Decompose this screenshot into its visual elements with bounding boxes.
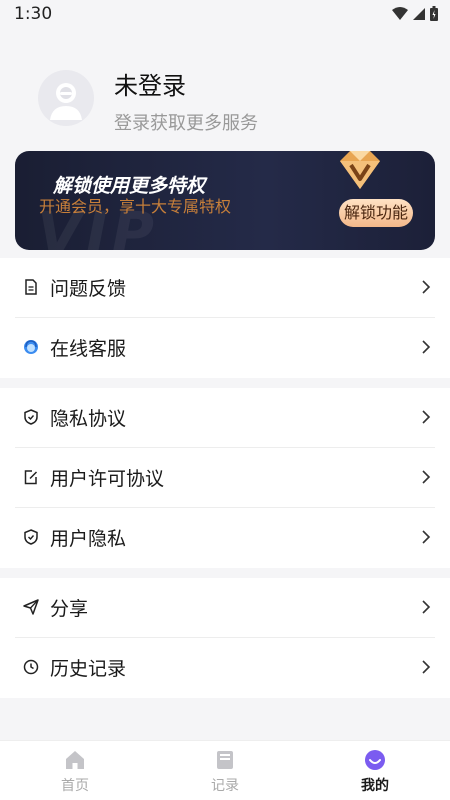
wifi-icon	[392, 6, 408, 20]
status-time: 1:30	[14, 4, 53, 24]
menu-label: 隐私协议	[50, 408, 127, 430]
chevron-right-icon	[422, 660, 431, 674]
menu-group-support: 问题反馈 在线客服	[0, 258, 450, 378]
menu-label: 历史记录	[50, 658, 127, 680]
menu-label: 在线客服	[50, 338, 127, 360]
tab-label: 我的	[361, 778, 389, 794]
shield-icon	[23, 409, 39, 425]
menu-item-user-license[interactable]: 用户许可协议	[0, 448, 450, 508]
bottom-tab-bar: 首页 记录 我的	[0, 740, 450, 800]
menu-label: 分享	[50, 598, 89, 620]
feedback-document-icon	[23, 279, 39, 295]
menu-item-feedback[interactable]: 问题反馈	[0, 258, 450, 318]
menu-label: 问题反馈	[50, 278, 127, 300]
home-icon	[66, 751, 84, 769]
tab-label: 首页	[61, 778, 89, 794]
shield-icon	[23, 529, 39, 545]
profile-header[interactable]: 未登录 登录获取更多服务	[0, 28, 450, 150]
vip-banner[interactable]: VIP 解锁使用更多特权 开通会员，享十大专属特权 解锁功能	[15, 151, 435, 250]
default-avatar-icon	[50, 83, 82, 120]
tab-home[interactable]: 首页	[0, 741, 150, 800]
vip-subtitle: 开通会员，享十大专属特权	[39, 197, 232, 216]
menu-item-customer-service[interactable]: 在线客服	[0, 318, 450, 378]
menu-group-other: 分享 历史记录	[0, 578, 450, 698]
book-icon	[217, 751, 233, 769]
avatar[interactable]	[38, 70, 94, 126]
edit-document-icon	[23, 469, 39, 485]
chevron-right-icon	[422, 410, 431, 424]
chevron-right-icon	[422, 280, 431, 294]
menu-item-history[interactable]: 历史记录	[0, 638, 450, 698]
battery-icon	[430, 6, 438, 21]
status-bar: 1:30	[0, 0, 450, 28]
menu-item-share[interactable]: 分享	[0, 578, 450, 638]
chevron-right-icon	[422, 600, 431, 614]
unlock-button[interactable]: 解锁功能	[339, 199, 413, 227]
chevron-right-icon	[422, 340, 431, 354]
menu-item-privacy-agreement[interactable]: 隐私协议	[0, 388, 450, 448]
paper-plane-icon	[23, 599, 39, 615]
menu-label: 用户许可协议	[50, 468, 165, 490]
tab-records[interactable]: 记录	[150, 741, 300, 800]
smiley-icon	[365, 750, 385, 770]
login-prompt[interactable]: 登录获取更多服务	[114, 109, 258, 135]
tab-label: 记录	[211, 778, 239, 794]
menu-item-user-privacy[interactable]: 用户隐私	[0, 508, 450, 568]
chevron-right-icon	[422, 530, 431, 544]
login-status-title[interactable]: 未登录	[114, 66, 186, 101]
chevron-right-icon	[422, 470, 431, 484]
menu-group-legal: 隐私协议 用户许可协议 用户隐私	[0, 388, 450, 568]
tab-mine[interactable]: 我的	[300, 741, 450, 800]
signal-icon	[413, 7, 425, 20]
status-icons	[392, 6, 438, 21]
clock-icon	[23, 659, 39, 675]
customer-service-icon	[23, 339, 39, 355]
menu-label: 用户隐私	[50, 528, 127, 550]
